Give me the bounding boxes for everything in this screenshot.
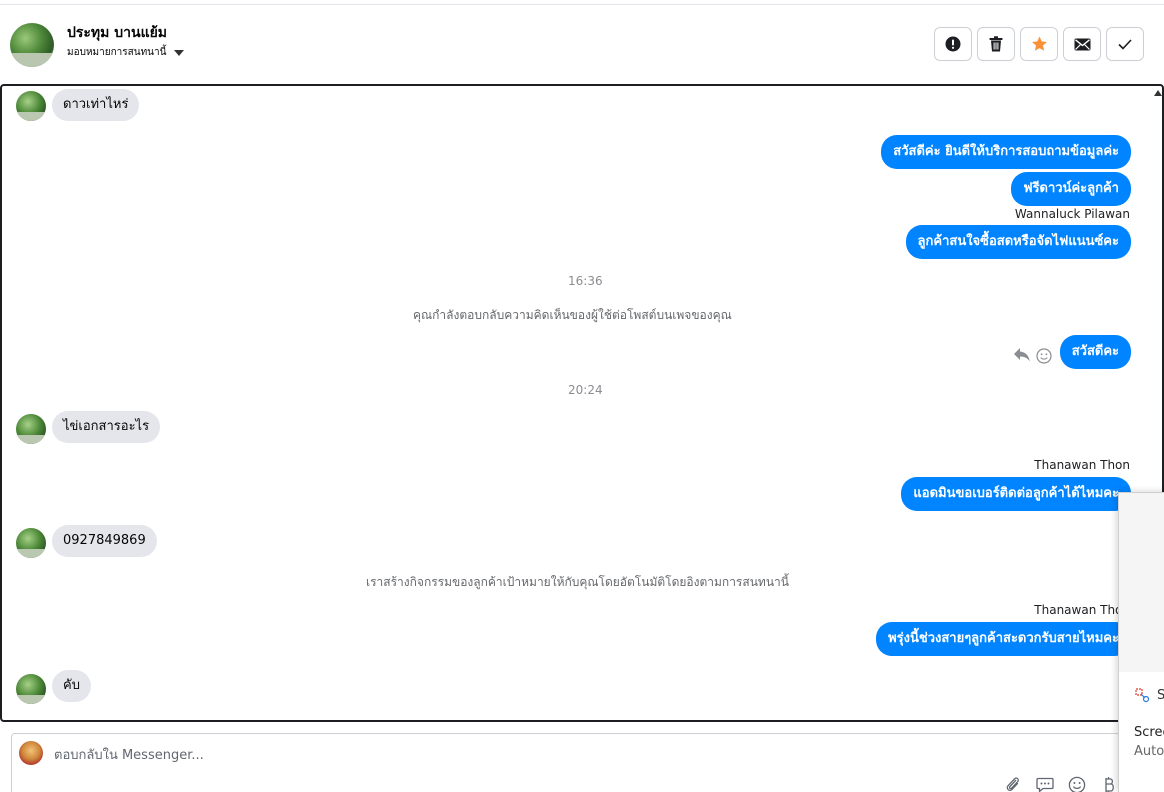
timestamp: 16:36 — [568, 274, 603, 288]
sender-name: Wannaluck Pilawan — [1014, 207, 1130, 221]
incoming-message[interactable]: ดาวเท่าไหร่ — [52, 89, 140, 121]
outgoing-message[interactable]: ฟรีดาวน์ค่ะลูกค้า — [1011, 172, 1131, 206]
exclamation-circle-icon — [945, 36, 961, 52]
envelope-icon — [1074, 38, 1090, 50]
reply-input[interactable] — [54, 745, 654, 765]
payment-icon[interactable] — [1099, 776, 1119, 792]
assign-label: มอบหมายการสนทนานี้ — [67, 47, 167, 58]
system-notice: เราสร้างกิจกรรมของลูกค้าเป้าหมายให้กับคุ… — [366, 575, 789, 589]
emoji-icon[interactable] — [1067, 776, 1087, 792]
outgoing-message[interactable]: สวัสดีคะ — [1059, 335, 1131, 369]
popup-title: Scree — [1134, 725, 1164, 740]
system-notice: คุณกำลังตอบกลับความคิดเห็นของผู้ใช้ต่อโพ… — [413, 308, 732, 322]
trash-icon — [989, 36, 1003, 52]
mark-done-button[interactable] — [1106, 27, 1144, 61]
sender-name: Thanawan Thon — [1034, 603, 1130, 617]
customer-avatar — [16, 674, 46, 704]
message-thread[interactable]: ดาวเท่าไหร่ สวัสดีค่ะ ยินดีให้บริการสอบถ… — [0, 84, 1164, 722]
saved-reply-icon[interactable] — [1035, 776, 1055, 792]
assign-conversation-dropdown[interactable]: มอบหมายการสนทนานี้ — [67, 45, 185, 60]
star-icon — [1031, 36, 1047, 51]
outgoing-message[interactable]: แอดมินขอเบอร์ติดต่อลูกค้าได้ไหมคะ — [901, 477, 1131, 511]
incoming-message[interactable]: คับ — [52, 670, 91, 702]
attach-icon[interactable] — [1003, 776, 1023, 792]
snip-tool-icon — [1135, 688, 1150, 703]
incoming-message[interactable]: ไข่เอกสารอะไร — [52, 411, 161, 443]
outgoing-message[interactable]: ลูกค้าสนใจซื้อสดหรือจัดไฟแนนซ์คะ — [905, 225, 1131, 259]
sender-name: Thanawan Thon — [1034, 458, 1130, 472]
reply-icon[interactable] — [1013, 347, 1031, 363]
popup-app-name: S — [1157, 688, 1164, 703]
conversation-actions — [934, 27, 1144, 61]
customer-avatar — [16, 91, 46, 121]
customer-avatar — [16, 528, 46, 558]
outgoing-message[interactable]: พรุ่งนี้ช่วงสายๆลูกค้าสะดวกรับสายไหมคะ — [876, 622, 1131, 656]
follow-up-button[interactable] — [1020, 27, 1058, 61]
conversation-header: ประทุม บานแย้ม มอบหมายการสนทนานี้ — [0, 5, 1164, 85]
outgoing-message[interactable]: สวัสดีค่ะ ยินดีให้บริการสอบถามข้อมูลค่ะ — [881, 135, 1131, 169]
contact-avatar[interactable] — [10, 23, 54, 67]
mark-spam-button[interactable] — [934, 27, 972, 61]
caret-down-icon — [174, 49, 185, 56]
page-avatar — [19, 741, 43, 765]
delete-button[interactable] — [977, 27, 1015, 61]
scroll-up-arrow-icon[interactable] — [1154, 90, 1162, 96]
react-emoji-icon[interactable] — [1036, 348, 1052, 364]
timestamp: 20:24 — [568, 383, 603, 397]
checkmark-icon — [1118, 38, 1132, 50]
customer-avatar — [16, 414, 46, 444]
contact-name[interactable]: ประทุม บานแย้ม — [67, 22, 167, 44]
incoming-message[interactable]: 0927849869 — [52, 525, 157, 557]
mark-unread-button[interactable] — [1063, 27, 1101, 61]
popup-subtitle: Auto — [1134, 744, 1164, 759]
